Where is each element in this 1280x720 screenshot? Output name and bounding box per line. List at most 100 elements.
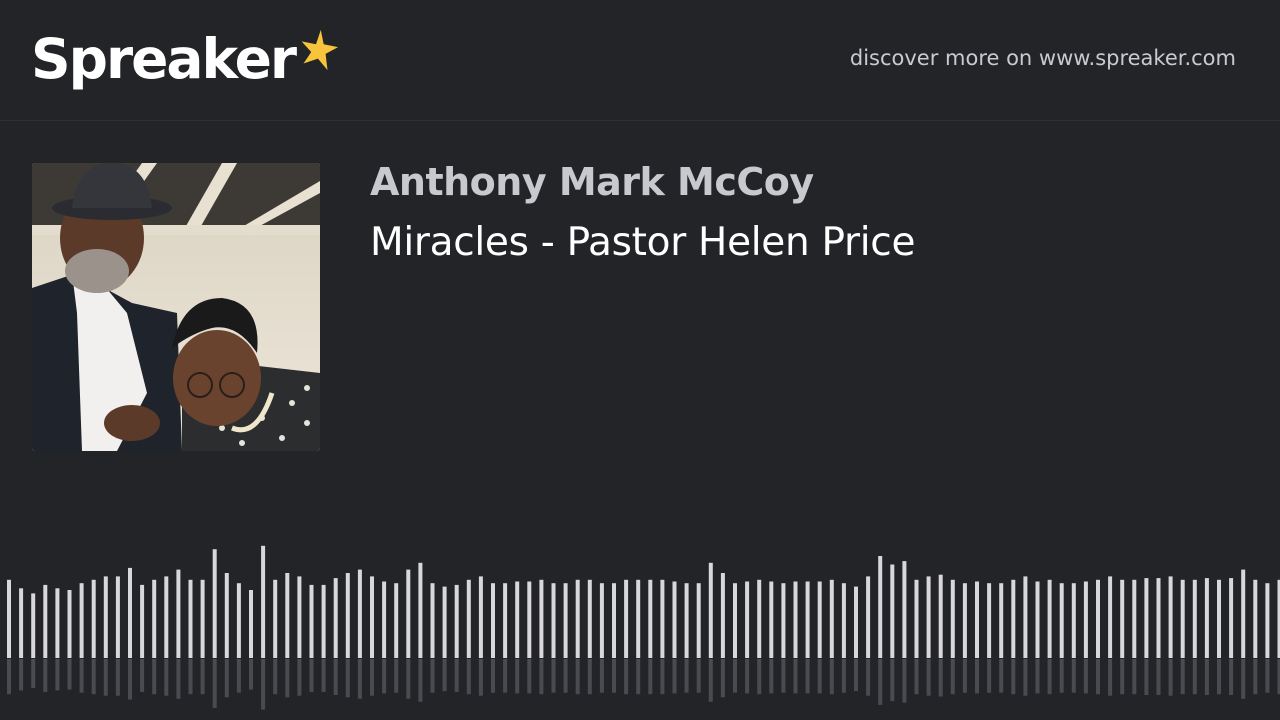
waveform-bar[interactable] bbox=[975, 581, 979, 659]
waveform-bar[interactable] bbox=[902, 561, 907, 658]
waveform-bar[interactable] bbox=[370, 576, 374, 658]
waveform-bar[interactable] bbox=[478, 576, 483, 658]
waveform-bar[interactable] bbox=[176, 569, 181, 658]
waveform-bar[interactable] bbox=[394, 583, 399, 658]
waveform-bar[interactable] bbox=[769, 581, 774, 659]
waveform-bar[interactable] bbox=[1071, 583, 1076, 658]
waveform-bar[interactable] bbox=[938, 574, 943, 658]
waveform-bar[interactable] bbox=[1192, 579, 1197, 658]
waveform-bar[interactable] bbox=[357, 569, 362, 658]
waveform-bar[interactable] bbox=[321, 584, 326, 658]
waveform-bar[interactable] bbox=[878, 556, 883, 658]
waveform-bar[interactable] bbox=[563, 583, 568, 658]
waveform-bar[interactable] bbox=[1096, 579, 1100, 658]
waveform-bar[interactable] bbox=[249, 590, 253, 658]
waveform-bar[interactable] bbox=[708, 562, 713, 658]
waveform-bar[interactable] bbox=[1035, 581, 1040, 659]
waveform-bar[interactable] bbox=[1229, 578, 1234, 658]
waveform-bar[interactable] bbox=[866, 576, 871, 658]
waveform-bar[interactable] bbox=[612, 583, 616, 658]
waveform-bar[interactable] bbox=[1023, 576, 1028, 658]
waveform-bar[interactable] bbox=[7, 579, 11, 658]
waveform-bar[interactable] bbox=[854, 586, 858, 658]
waveform-bar[interactable] bbox=[67, 590, 72, 658]
waveform-bar[interactable] bbox=[624, 579, 629, 658]
waveform-bar[interactable] bbox=[261, 545, 266, 658]
waveform-bar[interactable] bbox=[599, 583, 604, 658]
waveform-bar[interactable] bbox=[140, 584, 145, 658]
waveform-bar[interactable] bbox=[999, 583, 1004, 658]
waveform-bar[interactable] bbox=[817, 581, 822, 659]
waveform-bar[interactable] bbox=[926, 576, 931, 658]
waveform-bar[interactable] bbox=[1156, 578, 1161, 658]
waveform-bar[interactable] bbox=[309, 584, 314, 658]
waveform-bar[interactable] bbox=[841, 583, 846, 658]
waveform-bar[interactable] bbox=[1011, 579, 1016, 658]
waveform-bar[interactable] bbox=[1047, 579, 1052, 658]
waveform-bar[interactable] bbox=[91, 579, 96, 658]
audio-waveform[interactable] bbox=[0, 500, 1280, 720]
waveform-bar[interactable] bbox=[745, 581, 750, 659]
waveform-bar[interactable] bbox=[454, 584, 459, 658]
waveform-bar[interactable] bbox=[527, 581, 532, 659]
waveform-bar[interactable] bbox=[43, 584, 48, 658]
episode-title[interactable]: Miracles - Pastor Helen Price bbox=[370, 220, 915, 265]
waveform-bar[interactable] bbox=[128, 567, 132, 658]
waveform-bar[interactable] bbox=[781, 583, 786, 658]
waveform-bar[interactable] bbox=[720, 573, 725, 658]
waveform-bar[interactable] bbox=[757, 579, 762, 658]
waveform-bar[interactable] bbox=[1120, 579, 1125, 658]
waveform-bar[interactable] bbox=[164, 576, 169, 658]
waveform-bar[interactable] bbox=[672, 581, 677, 659]
waveform-bar[interactable] bbox=[1168, 576, 1173, 658]
waveform-bar[interactable] bbox=[890, 564, 895, 659]
waveform-bar[interactable] bbox=[1108, 576, 1113, 658]
waveform-bar[interactable] bbox=[987, 583, 992, 658]
waveform-bar[interactable] bbox=[406, 569, 411, 658]
waveform-bar[interactable] bbox=[31, 593, 36, 658]
waveform-bar[interactable] bbox=[1241, 569, 1246, 658]
waveform-bar[interactable] bbox=[333, 578, 338, 658]
waveform-bar[interactable] bbox=[1083, 581, 1088, 659]
waveform-bar[interactable] bbox=[551, 583, 556, 658]
waveform-bar[interactable] bbox=[442, 586, 447, 658]
waveform-bar[interactable] bbox=[733, 583, 737, 658]
episode-author[interactable]: Anthony Mark McCoy bbox=[370, 160, 814, 204]
waveform-bar[interactable] bbox=[200, 579, 205, 658]
waveform-bar[interactable] bbox=[575, 579, 580, 658]
waveform-bar[interactable] bbox=[1144, 578, 1149, 658]
waveform-bar[interactable] bbox=[430, 583, 435, 658]
waveform-bar[interactable] bbox=[648, 579, 653, 658]
waveform-bar[interactable] bbox=[950, 579, 955, 658]
spreaker-logo[interactable]: Spreaker bbox=[31, 26, 339, 92]
waveform-bar[interactable] bbox=[1180, 579, 1185, 658]
discover-link[interactable]: discover more on www.spreaker.com bbox=[850, 46, 1236, 70]
waveform-bar[interactable] bbox=[345, 573, 350, 658]
waveform-bar[interactable] bbox=[236, 583, 241, 658]
waveform-bar[interactable] bbox=[660, 579, 665, 658]
waveform-bar[interactable] bbox=[55, 588, 60, 658]
waveform-bar[interactable] bbox=[587, 579, 592, 658]
waveform-bar[interactable] bbox=[539, 579, 544, 658]
waveform-bar[interactable] bbox=[1253, 579, 1258, 658]
waveform-bar[interactable] bbox=[1059, 583, 1064, 658]
waveform-bar[interactable] bbox=[696, 583, 701, 658]
waveform-bar[interactable] bbox=[273, 579, 278, 658]
waveform-bar[interactable] bbox=[914, 579, 919, 658]
waveform-bar[interactable] bbox=[1265, 583, 1270, 658]
waveform-bar[interactable] bbox=[103, 576, 108, 658]
waveform-bar[interactable] bbox=[382, 581, 387, 659]
waveform-bar[interactable] bbox=[684, 583, 689, 658]
waveform-bar[interactable] bbox=[503, 583, 508, 658]
waveform-bar[interactable] bbox=[297, 576, 302, 658]
waveform-bar[interactable] bbox=[466, 579, 471, 658]
waveform-bar[interactable] bbox=[1132, 579, 1137, 658]
waveform-bar[interactable] bbox=[636, 579, 641, 658]
waveform-bar[interactable] bbox=[19, 588, 24, 658]
waveform-bar[interactable] bbox=[515, 581, 520, 659]
waveform-bar[interactable] bbox=[115, 576, 120, 658]
waveform-bar[interactable] bbox=[1217, 579, 1221, 658]
waveform-bar[interactable] bbox=[224, 573, 229, 658]
waveform-bar[interactable] bbox=[1204, 578, 1209, 658]
waveform-bar[interactable] bbox=[805, 581, 810, 659]
